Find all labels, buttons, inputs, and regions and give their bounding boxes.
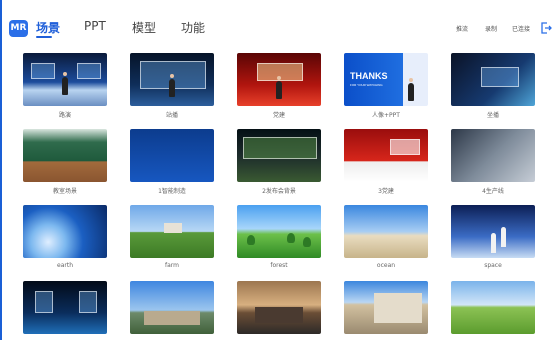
scene-label: 2发布会背景 bbox=[262, 188, 296, 195]
scene-label: 坐播 bbox=[486, 112, 499, 119]
scene-card[interactable]: forest bbox=[237, 205, 321, 269]
window-left-border bbox=[0, 0, 2, 340]
scene-thumbnail bbox=[344, 281, 428, 334]
scene-thumbnail bbox=[237, 129, 321, 182]
scene-thumbnail bbox=[23, 53, 107, 106]
scene-card[interactable]: farm bbox=[130, 205, 214, 269]
scene-label: ocean bbox=[376, 262, 396, 269]
scene-card[interactable]: 2发布会背景 bbox=[237, 129, 321, 195]
scene-label: 路演 bbox=[58, 112, 71, 119]
scene-label: earth bbox=[57, 262, 73, 269]
scene-card[interactable]: 路演 bbox=[23, 53, 107, 119]
scene-thumbnail bbox=[23, 205, 107, 258]
scene-card[interactable]: 1智能制造 bbox=[130, 129, 214, 195]
scene-thumbnail bbox=[237, 205, 321, 258]
scene-thumbnail bbox=[130, 281, 214, 334]
scene-card[interactable] bbox=[237, 281, 321, 338]
scene-thumbnail bbox=[451, 53, 535, 106]
scene-label: 4生产线 bbox=[482, 188, 504, 195]
scene-card[interactable]: earth bbox=[23, 205, 107, 269]
record-button[interactable]: 录制 bbox=[485, 24, 497, 33]
scene-card[interactable]: 党建 bbox=[237, 53, 321, 119]
scene-thumbnail bbox=[130, 53, 214, 106]
scene-thumbnail bbox=[130, 205, 214, 258]
scene-card[interactable]: THANKS FOR YOUR WATCHING 人像+PPT bbox=[344, 53, 428, 119]
scene-label: 3党建 bbox=[378, 188, 394, 195]
scene-label: 党建 bbox=[272, 112, 285, 119]
scene-card[interactable] bbox=[344, 281, 428, 338]
scene-thumbnail bbox=[237, 53, 321, 106]
exit-icon[interactable] bbox=[540, 22, 552, 34]
scene-label: 教室场景 bbox=[52, 188, 77, 195]
scene-card[interactable] bbox=[130, 281, 214, 338]
tab-ppt[interactable]: PPT bbox=[84, 19, 106, 33]
app-logo: MR bbox=[9, 20, 28, 37]
scene-label: farm bbox=[165, 262, 179, 269]
scene-label: space bbox=[484, 262, 502, 269]
scene-card[interactable]: 3党建 bbox=[344, 129, 428, 195]
scene-label: forest bbox=[270, 262, 288, 269]
scene-card[interactable]: space bbox=[451, 205, 535, 269]
scene-label: 站播 bbox=[165, 112, 178, 119]
scene-thumbnail: THANKS FOR YOUR WATCHING bbox=[344, 53, 428, 106]
tab-scenes[interactable]: 场景 bbox=[36, 19, 60, 36]
active-tab-indicator bbox=[36, 36, 52, 38]
scene-card[interactable] bbox=[23, 281, 107, 338]
scene-label: 1智能制造 bbox=[158, 188, 186, 195]
scene-thumbnail bbox=[344, 129, 428, 182]
scene-card[interactable]: 坐播 bbox=[451, 53, 535, 119]
stream-button[interactable]: 推流 bbox=[456, 24, 468, 33]
tab-functions[interactable]: 功能 bbox=[181, 19, 205, 36]
scene-thumbnail bbox=[237, 281, 321, 334]
scene-card[interactable]: 4生产线 bbox=[451, 129, 535, 195]
scene-thumbnail bbox=[130, 129, 214, 182]
tab-models[interactable]: 模型 bbox=[132, 19, 156, 36]
scene-thumbnail bbox=[344, 205, 428, 258]
scene-card[interactable]: 教室场景 bbox=[23, 129, 107, 195]
scene-thumbnail bbox=[451, 129, 535, 182]
scene-thumbnail bbox=[451, 281, 535, 334]
top-bar: MR 场景 PPT 模型 功能 推流 录制 已连接 bbox=[0, 0, 560, 40]
connection-status[interactable]: 已连接 bbox=[512, 24, 530, 33]
scene-card[interactable] bbox=[451, 281, 535, 338]
scene-thumbnail bbox=[451, 205, 535, 258]
scene-card[interactable]: 站播 bbox=[130, 53, 214, 119]
scene-thumbnail bbox=[23, 129, 107, 182]
scene-thumbnail bbox=[23, 281, 107, 334]
scene-card[interactable]: ocean bbox=[344, 205, 428, 269]
scene-label: 人像+PPT bbox=[372, 112, 400, 119]
